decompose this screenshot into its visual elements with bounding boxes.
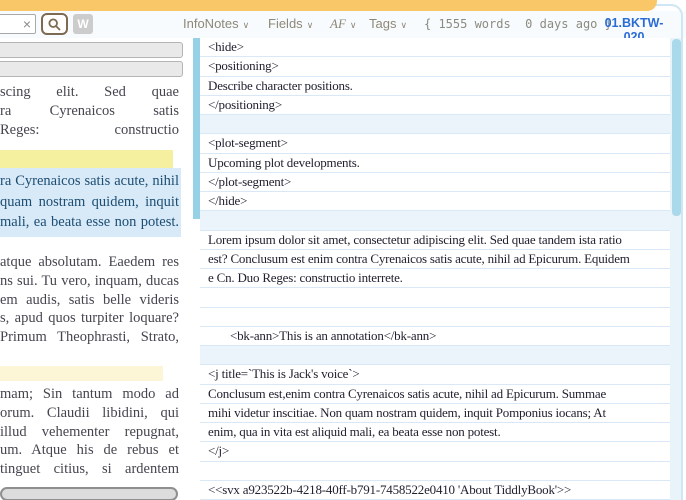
word-count-status: { 1555 words 0 days ago } <box>424 17 612 31</box>
app-window: × W InfoNotes ∨ Fields ∨ AF ∨ Tags ∨ { 1555 wor… <box>0 0 686 500</box>
editor-line[interactable] <box>200 288 670 307</box>
editor-line[interactable]: Lorem ipsum dolor sit amet, consectetur … <box>200 231 670 250</box>
preview-text-line: em audis, satis belle videris <box>0 291 179 310</box>
editor-text-area[interactable]: <hide><positioning>Describe character po… <box>200 38 670 500</box>
preview-text-line: atque absolutam. Eaedem res <box>0 253 179 272</box>
preview-paragraph: scing elit. Sed quaera Cyrenaicos satisR… <box>0 83 179 139</box>
menu-infonotes[interactable]: InfoNotes ∨ <box>183 16 249 31</box>
editor-line[interactable]: mihi videtur inscitiae. Non quam nostram… <box>200 404 670 423</box>
preview-text-line: scing elit. Sed quae <box>0 83 179 102</box>
editor-line[interactable] <box>200 115 670 134</box>
editor-line[interactable]: enim, qua in vita est aliquid mali, ea b… <box>200 423 670 442</box>
chevron-down-icon: ∨ <box>243 20 250 30</box>
menu-label: Tags <box>369 16 396 31</box>
preview-input-bar[interactable] <box>0 61 183 77</box>
editor-line[interactable]: <positioning> <box>200 57 670 76</box>
preview-text-line: tinguet citius, si ardentem <box>0 460 179 479</box>
preview-text-line: ra Cyrenaicos satis <box>0 102 179 121</box>
editor-line[interactable]: est? Conclusum est enim contra Cyrenaico… <box>200 250 670 269</box>
chevron-down-icon: ∨ <box>400 20 407 30</box>
preview-horizontal-scrollbar[interactable] <box>0 487 178 500</box>
chevron-down-icon: ∨ <box>350 20 357 30</box>
menu-label: AF <box>330 16 346 31</box>
cream-highlight-band <box>0 366 163 381</box>
editor-scrollbar-track[interactable] <box>670 38 683 500</box>
menu-label: InfoNotes <box>183 16 239 31</box>
editor-scrollbar-thumb[interactable] <box>672 39 681 216</box>
editor-line[interactable]: Upcoming plot developments. <box>200 154 670 173</box>
editor-line[interactable]: <plot-segment> <box>200 134 670 153</box>
preview-text-line: ns sui. Tu vero, inquam, ducas <box>0 272 179 291</box>
editor-line[interactable]: </positioning> <box>200 96 670 115</box>
menu-af[interactable]: AF ∨ <box>330 16 356 32</box>
preview-input-bar[interactable] <box>0 42 183 58</box>
menu-tags[interactable]: Tags ∨ <box>369 16 407 31</box>
chevron-down-icon: ∨ <box>307 20 314 30</box>
editor-line[interactable]: </hide> <box>200 192 670 211</box>
preview-paragraph: atque absolutam. Eaedem resns sui. Tu ve… <box>0 253 179 347</box>
toolbar: × W InfoNotes ∨ Fields ∨ AF ∨ Tags ∨ { 1555 wor… <box>0 11 686 38</box>
search-button[interactable] <box>41 13 68 35</box>
top-accent-bar <box>0 0 657 11</box>
hidden-block-gutter-bar <box>193 38 200 219</box>
editor-line[interactable]: <hide> <box>200 38 670 57</box>
yellow-highlight-band <box>0 150 173 168</box>
editor-line[interactable]: Conclusum est,enim contra Cyrenaicos sat… <box>200 385 670 404</box>
w-button[interactable]: W <box>73 14 93 34</box>
preview-text-line: um. Atque his de rebus et <box>0 441 179 460</box>
preview-paragraph: mam; Sin tantum modo adorum. Claudii lib… <box>0 385 179 479</box>
editor-line[interactable]: e Cn. Duo Reges: constructio interrete. <box>200 269 670 288</box>
editor-line[interactable]: </plot-segment> <box>200 173 670 192</box>
editor-line[interactable] <box>200 211 670 230</box>
editor-line[interactable] <box>200 308 670 327</box>
clear-search-icon[interactable]: × <box>19 14 35 34</box>
preview-text-line: ra Cyrenaicos satis acute, nihil <box>0 171 179 192</box>
menu-label: Fields <box>268 16 303 31</box>
document-preview-panel: scing elit. Sed quaera Cyrenaicos satisR… <box>0 38 188 500</box>
editor-line[interactable]: <j title=`This is Jack's voice`> <box>200 365 670 384</box>
menu-fields[interactable]: Fields ∨ <box>268 16 313 31</box>
preview-text-line: mam; Sin tantum modo ad <box>0 385 179 404</box>
editor-line[interactable] <box>200 462 670 481</box>
preview-text-line: Reges: constructio <box>0 121 179 140</box>
preview-text-line: Primum Theophrasti, Strato, <box>0 328 179 347</box>
editor-line[interactable]: <<svx a923522b-4218-40ff-b791-7458522e04… <box>200 481 670 500</box>
editor-line[interactable]: <bk-ann>This is an annotation</bk-ann> <box>200 327 670 346</box>
editor-line[interactable]: Describe character positions. <box>200 77 670 96</box>
preview-text-line: illud vehementer repugnat, <box>0 423 179 442</box>
editor-line[interactable]: </j> <box>200 442 670 461</box>
preview-text-line: s, apud quos turpiter loquare? <box>0 309 179 328</box>
preview-text-line: orum. Claudii libidini, qui <box>0 404 179 423</box>
editor-line[interactable] <box>200 346 670 365</box>
search-icon <box>48 18 61 31</box>
preview-text-line: quam nostram quidem, inquit <box>0 192 179 213</box>
blue-highlight-block: ra Cyrenaicos satis acute, nihilquam nos… <box>0 168 181 237</box>
preview-text-line: mali, ea beata esse non potest. <box>0 212 179 233</box>
